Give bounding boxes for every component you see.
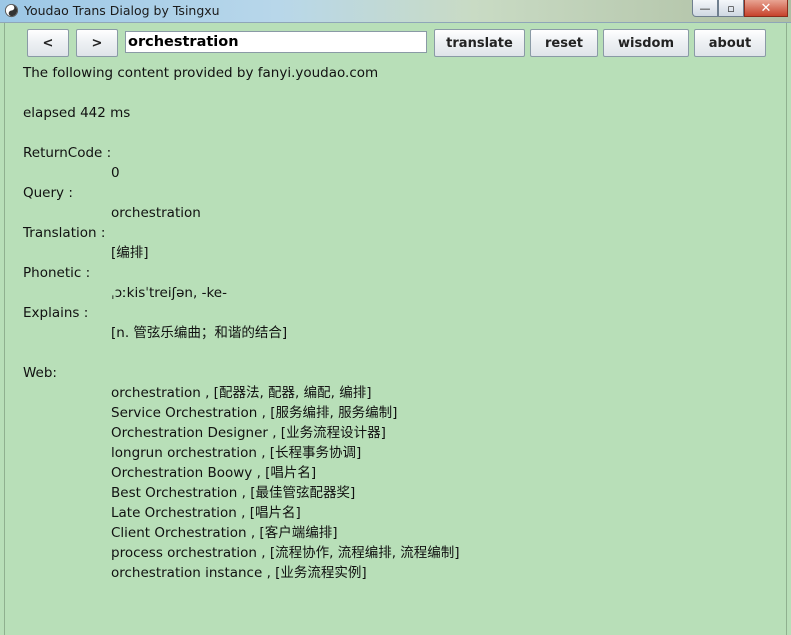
web-item: Orchestration Designer , [业务流程设计器] — [111, 425, 386, 441]
about-button[interactable]: about — [694, 29, 766, 57]
phonetic-label: Phonetic : — [23, 265, 91, 281]
query-value: orchestration — [111, 205, 201, 221]
translate-button[interactable]: translate — [434, 29, 525, 57]
prev-button[interactable]: < — [27, 29, 69, 57]
web-item: longrun orchestration , [长程事务协调] — [111, 445, 362, 461]
web-item: Client Orchestration , [客户端编排] — [111, 525, 338, 541]
translation-label: Translation : — [23, 225, 106, 241]
maximize-icon: ▫ — [727, 1, 735, 15]
minimize-button[interactable]: — — [692, 0, 718, 17]
app-icon — [4, 3, 19, 18]
returncode-label: ReturnCode : — [23, 145, 112, 161]
elapsed-time: elapsed 442 ms — [23, 105, 131, 121]
web-item: Late Orchestration , [唱片名] — [111, 505, 301, 521]
translation-value: [编排] — [111, 245, 149, 261]
web-item: process orchestration , [流程协作, 流程编排, 流程编… — [111, 545, 460, 561]
web-item: Best Orchestration , [最佳管弦配器奖] — [111, 485, 356, 501]
web-item: Service Orchestration , [服务编排, 服务编制] — [111, 405, 398, 421]
web-item: orchestration instance , [业务流程实例] — [111, 565, 367, 581]
next-button[interactable]: > — [76, 29, 118, 57]
dialog-client-area: < > translate reset wisdom about The fol… — [4, 23, 787, 635]
returncode-value: 0 — [111, 165, 120, 181]
window-controls: — ▫ ✕ — [692, 0, 788, 17]
maximize-button[interactable]: ▫ — [718, 0, 744, 17]
close-icon: ✕ — [760, 0, 772, 16]
explains-value: [n. 管弦乐编曲；和谐的结合] — [111, 325, 288, 341]
web-item: Orchestration Boowy , [唱片名] — [111, 465, 317, 481]
reset-button[interactable]: reset — [530, 29, 598, 57]
query-label: Query : — [23, 185, 73, 201]
window-title: Youdao Trans Dialog by Tsingxu — [24, 3, 220, 18]
phonetic-value: ˌɔːkisˈtreiʃən, -ke- — [111, 285, 227, 301]
result-panel: The following content provided by fanyi.… — [23, 63, 763, 583]
wisdom-button[interactable]: wisdom — [603, 29, 689, 57]
provider-line: The following content provided by fanyi.… — [23, 65, 379, 81]
toolbar: < > translate reset wisdom about — [5, 23, 786, 63]
explains-label: Explains : — [23, 305, 89, 321]
query-input[interactable] — [125, 31, 427, 53]
web-item: orchestration , [配器法, 配器, 编配, 编排] — [111, 385, 372, 401]
title-bar: Youdao Trans Dialog by Tsingxu — ▫ ✕ — [0, 0, 791, 23]
minimize-icon: — — [699, 1, 711, 15]
close-button[interactable]: ✕ — [744, 0, 788, 17]
web-label: Web: — [23, 365, 57, 381]
